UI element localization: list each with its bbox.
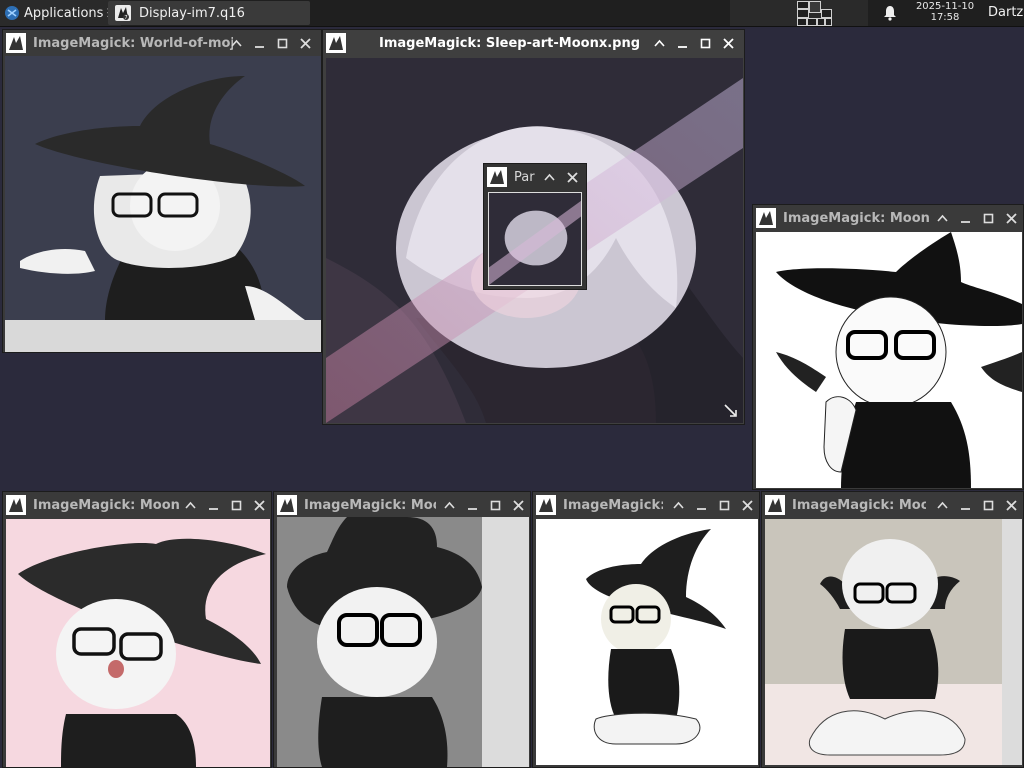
window-moon-gray[interactable]: ImageMagick: Moon xyxy=(273,491,531,768)
window-title: ImageMagick: Moon xyxy=(304,498,436,513)
window-world-of-moja[interactable]: ImageMagick: World-of-moja xyxy=(2,29,322,353)
clock-time: 17:58 xyxy=(930,12,960,23)
image-canvas[interactable] xyxy=(6,519,270,767)
window-moonx-pink[interactable]: ImageMagick: Moonx xyxy=(2,491,272,768)
minimize-icon[interactable] xyxy=(671,35,694,51)
witch-bed-illustration xyxy=(765,519,1022,765)
window-titlebar[interactable]: ImageMagick: Moon xyxy=(762,492,1023,518)
maximize-icon[interactable] xyxy=(484,497,507,513)
taskbar-item-display[interactable]: 7 Display-im7.q16 xyxy=(108,1,310,25)
imagemagick-icon: 7 xyxy=(115,5,131,21)
chevron-up-icon[interactable] xyxy=(538,169,561,185)
close-icon[interactable] xyxy=(507,497,530,513)
taskbar-item-label: Display-im7.q16 xyxy=(139,5,245,21)
window-titlebar[interactable]: ImageMagick: I xyxy=(533,492,759,518)
close-icon[interactable] xyxy=(1000,210,1023,226)
workspace-pager-icon[interactable] xyxy=(797,1,832,26)
imagemagick-icon xyxy=(326,33,346,53)
window-titlebar[interactable]: ImageMagick: Moonx xyxy=(753,205,1023,231)
close-icon[interactable] xyxy=(294,35,317,51)
clock[interactable]: 2025-11-10 17:58 xyxy=(906,1,984,23)
window-titlebar[interactable]: ImageMagick: World-of-moja xyxy=(3,30,321,56)
imagemagick-icon xyxy=(6,33,26,53)
minimize-icon[interactable] xyxy=(202,497,225,513)
minimize-icon[interactable] xyxy=(461,497,484,513)
window-title: ImageMagick: Moonx xyxy=(33,498,179,513)
resize-corner-icon[interactable] xyxy=(723,403,739,419)
witch-pink-illustration xyxy=(6,519,270,767)
pan-thumbnail[interactable] xyxy=(488,192,582,286)
witch-bw-illustration xyxy=(756,232,1022,488)
witch-illustration xyxy=(5,56,321,320)
image-canvas[interactable] xyxy=(277,517,529,767)
user-name[interactable]: Dartz xyxy=(988,5,1023,20)
maximize-icon[interactable] xyxy=(977,497,1000,513)
window-title: ImageMagick: I xyxy=(563,498,663,513)
maximize-icon[interactable] xyxy=(271,35,294,51)
imagemagick-icon xyxy=(765,495,785,515)
close-icon[interactable] xyxy=(717,35,740,51)
maximize-icon[interactable] xyxy=(225,497,248,513)
clock-date: 2025-11-10 xyxy=(915,1,975,12)
svg-text:7: 7 xyxy=(124,15,127,21)
window-moon-bed[interactable]: ImageMagick: Moon xyxy=(761,491,1024,768)
close-icon[interactable] xyxy=(248,497,271,513)
chevron-up-icon[interactable] xyxy=(648,35,671,51)
window-moonx-right[interactable]: ImageMagick: Moonx xyxy=(752,204,1024,490)
close-icon[interactable] xyxy=(736,497,759,513)
window-moonx-sitting[interactable]: ImageMagick: I xyxy=(532,491,760,768)
maximize-icon[interactable] xyxy=(713,497,736,513)
close-icon[interactable] xyxy=(1000,497,1023,513)
image-canvas[interactable] xyxy=(756,232,1022,488)
imagemagick-icon xyxy=(536,495,556,515)
imagemagick-icon xyxy=(277,495,297,515)
chevron-up-icon[interactable] xyxy=(931,210,954,226)
window-titlebar[interactable]: ImageMagick: Moon xyxy=(274,492,530,518)
window-title: ImageMagick: Moonx xyxy=(783,211,929,226)
applications-label: Applications xyxy=(24,5,104,21)
window-titlebar[interactable]: ImageMagick: Sleep-art-Moonx.png xyxy=(323,30,744,56)
chevron-up-icon[interactable] xyxy=(667,497,690,513)
minimize-icon[interactable] xyxy=(954,497,977,513)
chevron-up-icon[interactable] xyxy=(225,35,248,51)
witch-gray-illustration xyxy=(277,517,529,767)
top-panel: Applications ☰ 7 Display-im7.q16 2025-11… xyxy=(0,0,1024,27)
minimize-icon[interactable] xyxy=(954,210,977,226)
imagemagick-icon xyxy=(756,208,776,228)
maximize-icon[interactable] xyxy=(977,210,1000,226)
chevron-up-icon[interactable] xyxy=(931,497,954,513)
witch-sitting-illustration xyxy=(536,519,758,765)
minimize-icon[interactable] xyxy=(248,35,271,51)
window-pan[interactable]: Par xyxy=(483,163,587,290)
close-icon[interactable] xyxy=(561,169,584,185)
minimize-icon[interactable] xyxy=(690,497,713,513)
maximize-icon[interactable] xyxy=(694,35,717,51)
window-title: ImageMagick: World-of-moja xyxy=(33,36,233,51)
pan-preview xyxy=(489,193,581,285)
chevron-up-icon[interactable] xyxy=(179,497,202,513)
bell-icon[interactable] xyxy=(882,5,898,21)
imagemagick-icon xyxy=(487,167,507,187)
window-titlebar[interactable]: Par xyxy=(484,164,586,190)
window-title: ImageMagick: Sleep-art-Moonx.png xyxy=(379,36,641,51)
imagemagick-icon xyxy=(6,495,26,515)
chevron-up-icon[interactable] xyxy=(438,497,461,513)
image-canvas[interactable] xyxy=(765,519,1022,765)
image-canvas[interactable] xyxy=(536,519,758,765)
applications-menu-button[interactable]: Applications ☰ xyxy=(0,0,122,26)
window-titlebar[interactable]: ImageMagick: Moonx xyxy=(3,492,271,518)
image-canvas[interactable] xyxy=(5,56,321,352)
xfce-logo-icon xyxy=(5,6,19,20)
window-title: ImageMagick: Moon xyxy=(792,498,926,513)
